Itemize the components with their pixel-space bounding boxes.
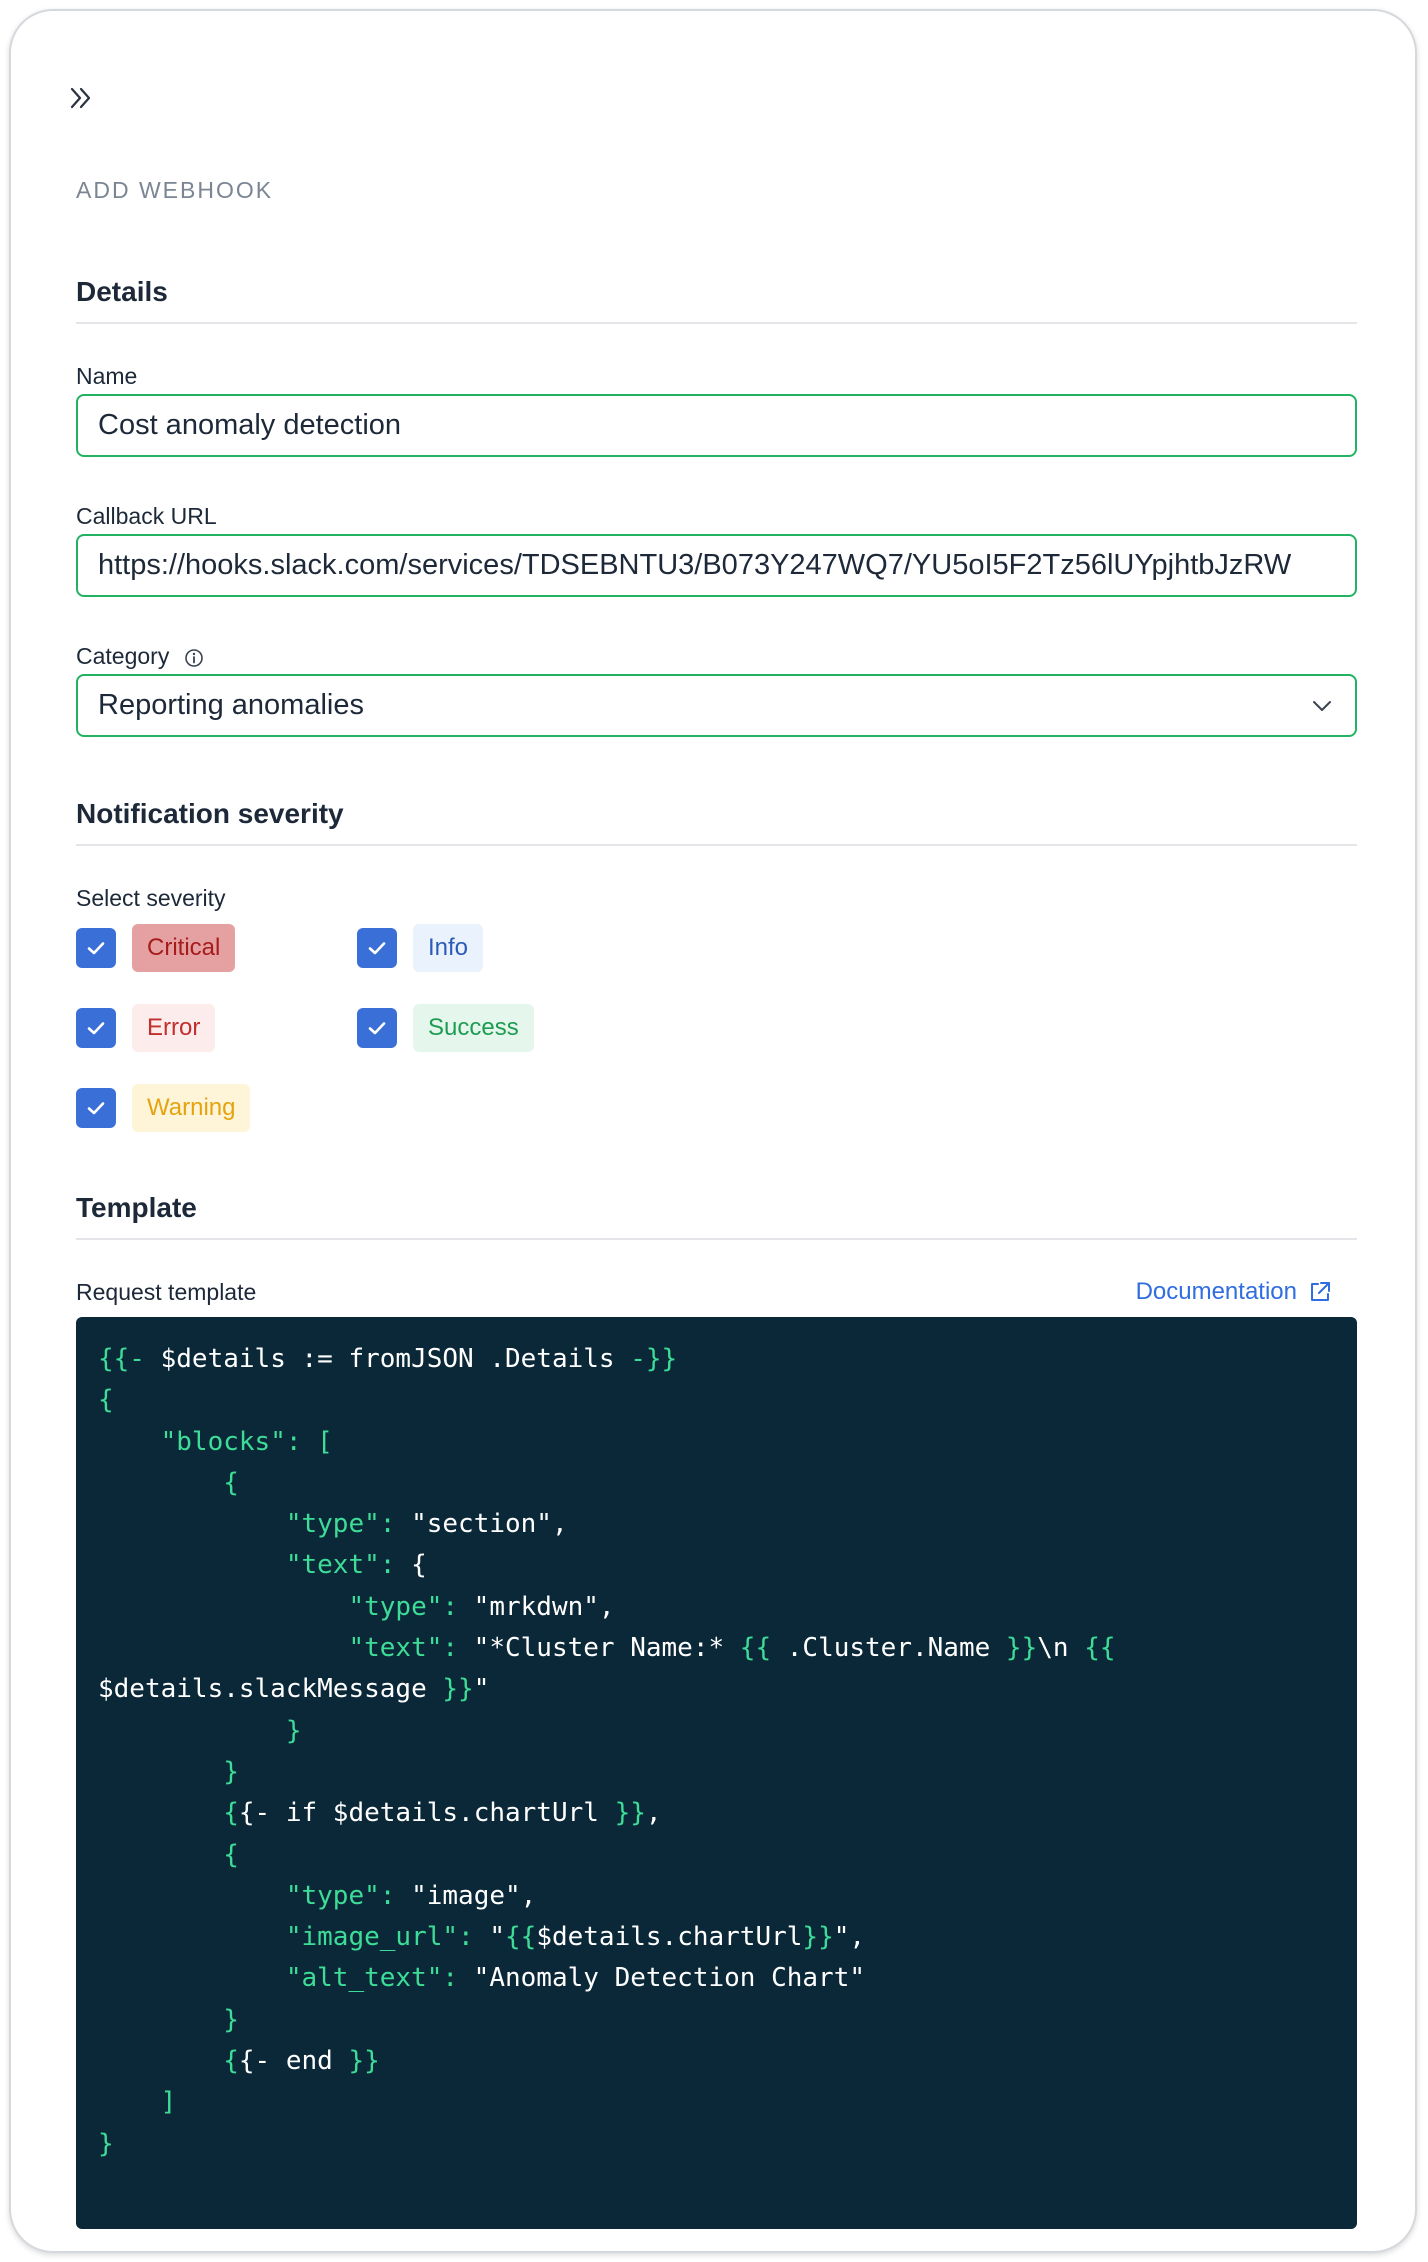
severity-info: Info <box>357 924 484 972</box>
double-chevron-right-icon[interactable] <box>67 83 97 113</box>
external-link-icon <box>1311 1282 1330 1301</box>
code-line: { <box>98 1467 239 1498</box>
check-icon <box>87 1022 105 1035</box>
category-selected-value: Reporting anomalies <box>98 689 364 721</box>
documentation-link[interactable]: Documentation <box>1136 1278 1333 1306</box>
severity-success-badge: Success <box>413 1004 534 1052</box>
severity-success: Success <box>357 1004 534 1052</box>
code-line: {{- $details := fromJSON .Details -}} <box>98 1344 678 1374</box>
check-icon <box>368 1022 386 1035</box>
severity-warning-badge: Warning <box>132 1084 251 1132</box>
callback-url-input[interactable] <box>76 534 1357 597</box>
code-line: } <box>98 1715 302 1746</box>
code-line: { <box>98 1385 114 1416</box>
severity-critical-checkbox[interactable] <box>76 928 116 968</box>
add-webhook-panel: ADD WEBHOOK Details Name Callback URL Ca… <box>9 9 1417 2253</box>
check-icon <box>87 1102 105 1115</box>
code-line: } <box>98 2004 239 2035</box>
severity-info-badge: Info <box>413 924 484 972</box>
page-title: ADD WEBHOOK <box>76 177 274 203</box>
severity-error: Error <box>76 1004 216 1052</box>
section-severity-heading: Notification severity <box>76 798 1357 846</box>
code-line: "blocks": [ <box>160 1426 333 1457</box>
severity-warning: Warning <box>76 1084 251 1132</box>
name-input[interactable] <box>76 394 1357 457</box>
code-line: "type": "mrkdwn", <box>348 1591 615 1622</box>
select-severity-label: Select severity <box>76 885 226 911</box>
category-select[interactable]: Reporting anomalies <box>76 674 1357 737</box>
section-details-heading: Details <box>76 276 1357 324</box>
name-label: Name <box>76 363 138 389</box>
severity-error-badge: Error <box>132 1004 216 1052</box>
documentation-link-label: Documentation <box>1135 1278 1297 1305</box>
code-line: ] <box>160 2087 177 2118</box>
severity-success-checkbox[interactable] <box>357 1008 397 1048</box>
severity-critical: Critical <box>76 924 236 972</box>
category-label-row: Category <box>76 643 204 670</box>
severity-error-checkbox[interactable] <box>76 1008 116 1048</box>
info-circle-icon[interactable] <box>184 648 204 668</box>
code-line: "type": "section", <box>285 1509 568 1540</box>
severity-warning-checkbox[interactable] <box>76 1088 116 1128</box>
chevron-down-icon <box>1313 700 1331 711</box>
code-line: } <box>98 2128 114 2159</box>
code-line: } <box>98 1756 239 1787</box>
check-icon <box>87 942 105 955</box>
request-template-label: Request template <box>76 1279 257 1305</box>
code-line: {{- if $details.chartUrl }}, <box>98 1798 662 1829</box>
code-line: "text": "*Cluster Name:* {{ .Cluster.Nam… <box>98 1633 1132 1705</box>
request-template-editor[interactable]: {{- $details := fromJSON .Details -}} { "… <box>76 1317 1357 2229</box>
section-template-heading: Template <box>76 1192 1357 1240</box>
code-line: "alt_text": "Anomaly Detection Chart" <box>285 1963 866 1994</box>
severity-critical-badge: Critical <box>132 924 236 972</box>
code-line: "image_url": "{{$details.chartUrl}}", <box>285 1922 866 1953</box>
severity-info-checkbox[interactable] <box>357 928 397 968</box>
category-label: Category <box>76 643 170 669</box>
code-line: "text": { <box>285 1550 427 1581</box>
code-line: "type": "image", <box>285 1880 537 1911</box>
check-icon <box>368 942 386 955</box>
callback-url-label: Callback URL <box>76 503 217 529</box>
code-line: {{- end }} <box>98 2046 380 2077</box>
code-line: { <box>98 1839 239 1870</box>
